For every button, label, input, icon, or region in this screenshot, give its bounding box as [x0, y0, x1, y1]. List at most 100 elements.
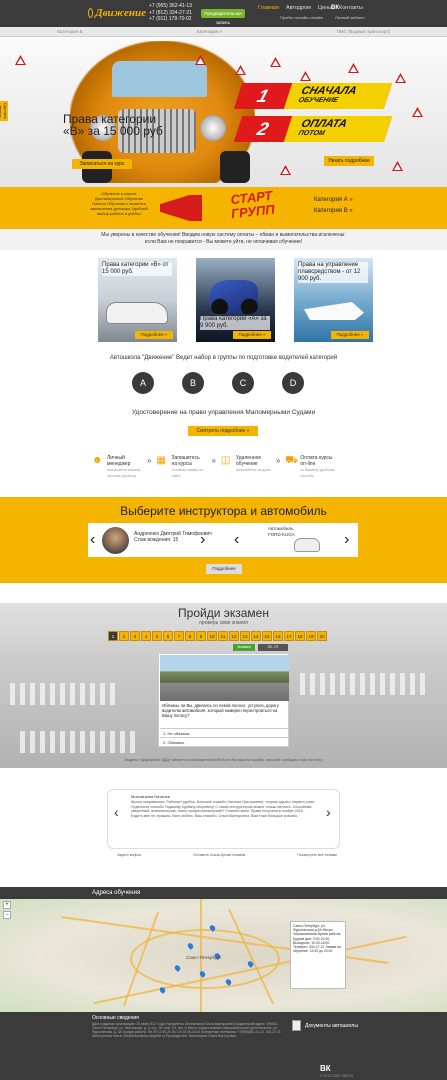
step-remote: ◫ Удаленное обучение занимайтесь из дома — [220, 455, 271, 472]
category-d-circle[interactable]: D — [282, 372, 304, 394]
nav-prices[interactable]: Цены — [318, 5, 332, 11]
chevron-left-icon[interactable]: ‹ — [234, 523, 239, 557]
callback-badge[interactable]: Сделать звонок — [0, 101, 8, 121]
chevron-right-icon[interactable]: › — [200, 523, 205, 557]
calendar-icon: ▦ — [156, 455, 166, 466]
instructor-panel: ‹ Андреенко Дмитрий Тимофеевич Стаж вожд… — [88, 523, 358, 557]
nav-autodrom[interactable]: Автодром — [286, 5, 311, 11]
motorcycle-image — [210, 280, 258, 314]
question-number-button[interactable]: 2 — [119, 631, 129, 641]
see-more-button[interactable]: Смотреть подробнее » — [188, 426, 258, 436]
card-more-button[interactable]: Подробнее » — [331, 331, 369, 339]
question-number-button[interactable]: 3 — [130, 631, 140, 641]
ask-question-link[interactable]: Задать вопрос — [117, 853, 141, 857]
document-icon — [292, 1020, 301, 1031]
school-recruitment-text: Автошкола "Движение" Ведет набор в групп… — [109, 355, 338, 361]
answer-option-1[interactable]: 1. Не обязаны. — [160, 728, 289, 737]
question-number-button[interactable]: 13 — [240, 631, 250, 641]
question-number-button[interactable]: 8 — [185, 631, 195, 641]
question-number-button[interactable]: 19 — [306, 631, 316, 641]
tab-water[interactable]: ПМС (Водный транспорт) — [337, 27, 390, 36]
phone-list: +7 (965) 362-41-13 +7 (812) 334-27-21 +7… — [149, 3, 192, 23]
map-address-popup: Санкт-Петербург, ул. Фурштатская д.3А Ме… — [290, 921, 346, 989]
person-icon: ☻ — [92, 455, 103, 466]
sub-nav: Пройти онлайн-онлайн Личный кабинет — [280, 15, 365, 20]
zoom-in-button[interactable]: + — [3, 901, 11, 909]
leave-review-link[interactable]: Оставить отзыв Архив отзывов — [193, 853, 245, 857]
question-number-button[interactable]: 6 — [163, 631, 173, 641]
nav-contacts[interactable]: Контакты — [339, 5, 363, 11]
question-number-button[interactable]: 5 — [152, 631, 162, 641]
card-category-b[interactable]: Права категории «B» от 15 000 руб. Подро… — [98, 258, 177, 342]
hero-title: Права категории «B» за 15 000 руб — [63, 112, 163, 138]
question-number-button[interactable]: 10 — [207, 631, 217, 641]
zoom-out-button[interactable]: − — [3, 911, 11, 919]
documents-link[interactable]: Документы автошколы — [292, 1020, 358, 1031]
car-info: Автомобиль FORD KUGA — [268, 526, 295, 537]
stripe-first-learn: 1 СНАЧАЛА ОБУЧЕНИЕ — [233, 83, 393, 109]
all-reviews-link[interactable]: Посмотреть все отзывы — [297, 853, 337, 857]
road-sign-icon — [270, 57, 281, 67]
footer-title: Основные сведения — [92, 1015, 139, 1021]
question-number-button[interactable]: 18 — [295, 631, 305, 641]
card-category-a[interactable]: Права категории «A» за 9 900 руб. Подроб… — [196, 258, 275, 342]
crosswalk — [10, 683, 120, 705]
question-number-button[interactable]: 15 — [262, 631, 272, 641]
start-groups-banner: Обучение в классе Дистанционное Обучение… — [0, 187, 447, 229]
tab-category-a[interactable]: Категория A — [197, 27, 222, 36]
question-number-button[interactable]: 4 — [141, 631, 151, 641]
review-links: Задать вопрос Оставить отзыв Архив отзыв… — [117, 853, 337, 857]
exam-status-badge: Экзамен — [233, 644, 255, 651]
card-more-button[interactable]: Подробнее » — [233, 331, 271, 339]
question-number-bar: 1 2 3 4 5 6 7 8 9 10 11 12 13 14 15 16 17 18 19 20 — [108, 631, 327, 641]
question-number-button[interactable]: 12 — [229, 631, 239, 641]
question-number-button[interactable]: 1 — [108, 631, 118, 641]
card-boat[interactable]: Права на управление плавсредством - от 1… — [294, 258, 373, 342]
chevron-left-icon[interactable]: ‹ — [90, 523, 95, 557]
reviewer-name: Мохнаткина Наталья — [131, 794, 170, 799]
answer-option-2[interactable]: 2. Обязаны. — [160, 737, 289, 746]
question-number-button[interactable]: 7 — [174, 631, 184, 641]
question-number-button[interactable]: 14 — [251, 631, 261, 641]
instructor-photo — [102, 527, 129, 554]
vk-icon[interactable]: ВК — [331, 5, 339, 11]
car-image — [294, 538, 320, 552]
question-number-button[interactable]: 20 — [317, 631, 327, 641]
category-b-circle[interactable]: B — [182, 372, 204, 394]
map-canvas[interactable]: Санкт-Петербург Санкт-Петербург, ул. Фур… — [0, 899, 447, 1012]
map-title: Адреса обучения — [0, 887, 447, 899]
phone-3[interactable]: +7 (911) 178-70-02 — [149, 16, 192, 23]
question-number-button[interactable]: 17 — [284, 631, 294, 641]
account-link[interactable]: Личный кабинет — [335, 15, 365, 20]
nav-home[interactable]: Главная — [258, 5, 279, 11]
trust-message: Мы уверены в качестве обучения! Вводим н… — [0, 229, 447, 250]
category-b-link[interactable]: Категория В » — [314, 206, 353, 217]
question-number-button[interactable]: 16 — [273, 631, 283, 641]
road-sign-icon — [412, 107, 423, 117]
instructor-details-button[interactable]: Подробнее — [206, 564, 242, 574]
road-sign-icon — [280, 165, 291, 175]
question-number-button[interactable]: 9 — [196, 631, 206, 641]
start-groups-title: СТАРТ ГРУПП — [229, 187, 276, 222]
phone-1[interactable]: +7 (965) 362-41-13 — [149, 3, 192, 10]
logo[interactable]: Движение — [88, 4, 146, 22]
chevron-right-icon[interactable]: › — [344, 523, 349, 557]
chevron-left-icon[interactable]: ‹ — [114, 804, 119, 820]
category-a-link[interactable]: Категория А » — [314, 195, 353, 206]
exam-notice: Модель «Дорожный ПДД» является ознакомит… — [124, 758, 323, 762]
step-manager: ☻ Личный менеджер назначается вашему лично… — [92, 455, 141, 478]
exam-title: Пройди экзамен — [178, 606, 269, 620]
online-test-link[interactable]: Пройти онлайн-онлайн — [280, 15, 323, 20]
category-a-circle[interactable]: A — [132, 372, 154, 394]
map-section: Санкт-Петербург Санкт-Петербург, ул. Фур… — [0, 887, 447, 1012]
vk-icon[interactable]: ВК — [320, 1064, 331, 1073]
tab-category-b[interactable]: Категория B — [57, 27, 82, 36]
card-more-button[interactable]: Подробнее » — [135, 331, 173, 339]
question-number-button[interactable]: 11 — [218, 631, 228, 641]
chevron-right-icon[interactable]: › — [326, 804, 331, 820]
learn-more-button[interactable]: Узнать подробнее — [324, 156, 374, 166]
preregister-button[interactable]: Предварительная запись — [201, 9, 245, 25]
category-c-circle[interactable]: C — [232, 372, 254, 394]
footer: Основные сведения Дата создания организа… — [0, 1012, 447, 1080]
enroll-button[interactable]: Записаться на курс — [72, 159, 132, 169]
